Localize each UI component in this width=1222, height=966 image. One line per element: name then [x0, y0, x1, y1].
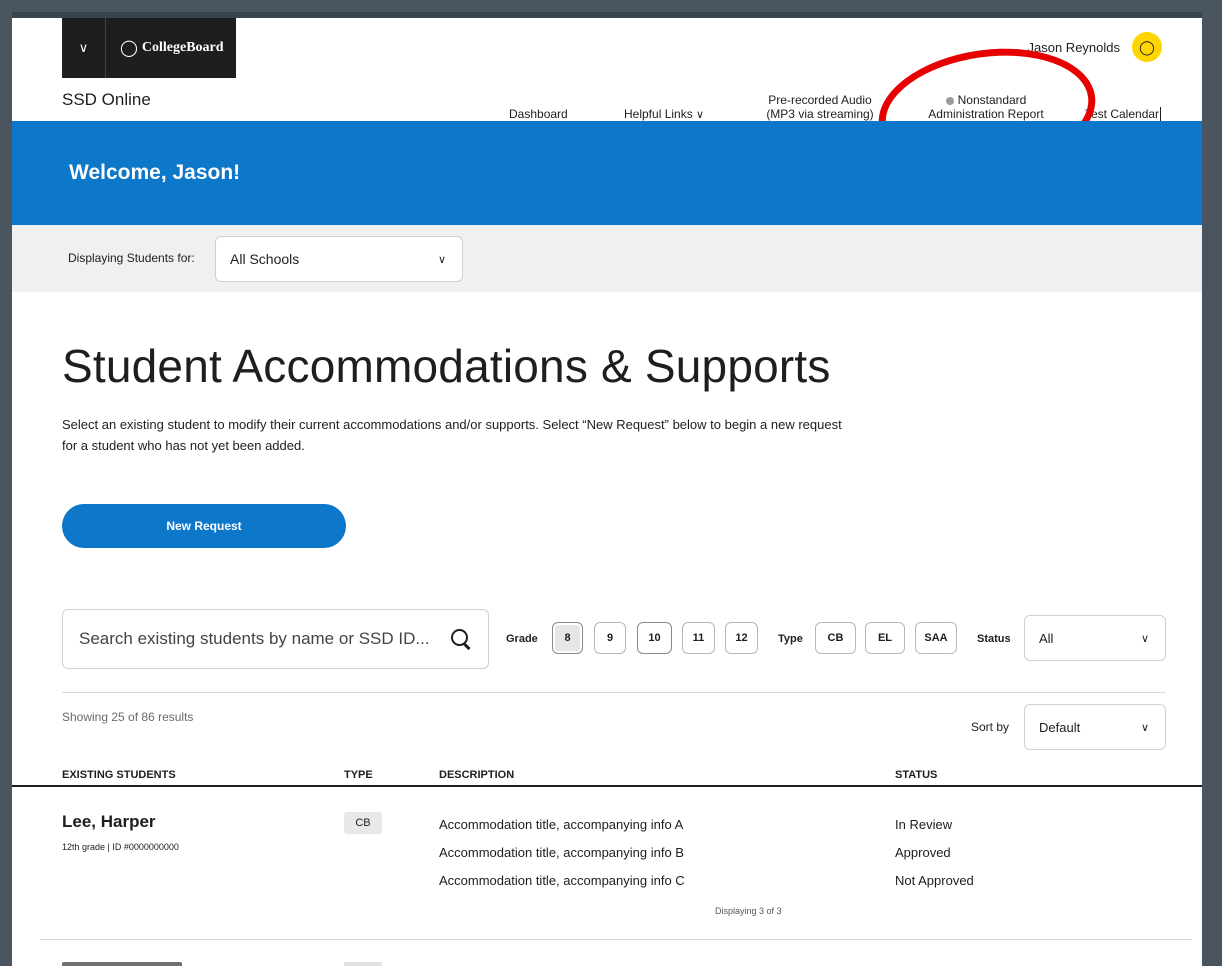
grade-chip-10[interactable]: 10	[637, 622, 672, 654]
type-filter-label: Type	[778, 633, 803, 645]
nav-audio-line1: Pre-recorded Audio	[768, 93, 872, 107]
results-count: Showing 25 of 86 results	[62, 710, 194, 724]
type-badge: CB	[344, 812, 382, 834]
nav-prerecorded-audio[interactable]: Pre-recorded Audio (MP3 via streaming)	[760, 93, 880, 121]
nav-test-calendar[interactable]: Test Calendar	[1085, 107, 1162, 121]
status-select[interactable]: All ∨	[1024, 615, 1166, 661]
user-name[interactable]: Jason Reynolds	[1028, 40, 1121, 55]
school-filter-bar: Displaying Students for: All Schools ∨	[12, 225, 1202, 292]
welcome-banner: Welcome, Jason!	[12, 121, 1202, 225]
search-icon[interactable]	[450, 628, 472, 650]
grade-filter-label: Grade	[506, 633, 538, 645]
type-badge-cutoff	[344, 962, 382, 966]
accommodation-status: Not Approved	[895, 873, 974, 888]
column-header-students[interactable]: EXISTING STUDENTS	[62, 769, 176, 781]
grade-chip-12[interactable]: 12	[725, 622, 758, 654]
status-select-value: All	[1039, 630, 1054, 646]
type-chip-cb[interactable]: CB	[815, 622, 856, 654]
nav-helpful-links-label: Helpful Links	[624, 107, 693, 121]
column-header-description[interactable]: DESCRIPTION	[439, 769, 514, 781]
accommodation-status: Approved	[895, 845, 951, 860]
browser-frame: ∨ ◯ CollegeBoard Jason Reynolds ◯ SSD On…	[12, 12, 1202, 966]
table-header-rule	[12, 785, 1202, 787]
user-menu[interactable]: Jason Reynolds ◯	[1028, 32, 1162, 62]
chevron-down-icon: ∨	[1140, 632, 1149, 645]
grade-chip-11[interactable]: 11	[682, 622, 715, 654]
sort-select-value: Default	[1039, 719, 1081, 735]
new-request-button[interactable]: New Request	[62, 504, 346, 548]
accommodation-description: Accommodation title, accompanying info A	[439, 817, 684, 832]
intro-text: Select an existing student to modify the…	[62, 417, 842, 453]
chevron-down-icon: ∨	[437, 253, 446, 266]
nav-report-line1: Nonstandard	[916, 93, 1056, 107]
type-chip-el[interactable]: EL	[865, 622, 905, 654]
acorn-icon: ◯	[120, 40, 138, 57]
top-nav: Dashboard Helpful Links ∨ Pre-recorded A…	[12, 82, 1202, 122]
student-name-cutoff	[62, 962, 182, 966]
user-avatar-icon[interactable]: ◯	[1132, 32, 1162, 62]
chevron-down-icon: ∨	[1140, 721, 1149, 734]
school-select[interactable]: All Schools ∨	[215, 236, 463, 282]
page-title: Student Accommodations & Supports	[62, 340, 831, 392]
row-divider	[40, 939, 1192, 940]
grade-chip-9[interactable]: 9	[594, 622, 626, 654]
student-search-input[interactable]: Search existing students by name or SSD …	[62, 609, 489, 669]
sort-label: Sort by	[971, 720, 1010, 734]
welcome-heading: Welcome, Jason!	[69, 161, 241, 184]
student-meta: 12th grade | ID #0000000000	[62, 842, 179, 852]
nav-report-line2: Administration Report	[928, 107, 1044, 121]
nav-nonstandard-report[interactable]: Nonstandard Administration Report	[916, 93, 1056, 121]
status-filter-label: Status	[977, 633, 1011, 645]
column-header-status[interactable]: STATUS	[895, 769, 937, 781]
type-chip-saa[interactable]: SAA	[915, 622, 957, 654]
nav-dashboard[interactable]: Dashboard	[509, 107, 568, 121]
brand-wordmark: ◯ CollegeBoard	[106, 38, 224, 58]
chevron-down-icon[interactable]: ∨	[62, 18, 106, 78]
accommodation-status: In Review	[895, 817, 953, 832]
displaying-count: Displaying 3 of 3	[715, 906, 782, 916]
student-name[interactable]: Lee, Harper	[62, 812, 156, 832]
brand-name: CollegeBoard	[141, 40, 224, 55]
accommodation-description: Accommodation title, accompanying info C	[439, 873, 685, 888]
sort-select[interactable]: Default ∨	[1024, 704, 1166, 750]
school-filter-label: Displaying Students for:	[68, 251, 195, 265]
school-select-value: All Schools	[230, 251, 300, 267]
nav-audio-line2: (MP3 via streaming)	[766, 107, 874, 121]
collegeboard-logo[interactable]: ∨ ◯ CollegeBoard	[62, 18, 236, 78]
accommodation-description: Accommodation title, accompanying info B	[439, 845, 684, 860]
divider	[62, 692, 1166, 693]
nav-helpful-links[interactable]: Helpful Links ∨	[624, 107, 704, 122]
column-header-type[interactable]: TYPE	[344, 769, 373, 781]
grade-chip-8[interactable]: 8	[552, 622, 583, 654]
search-placeholder: Search existing students by name or SSD …	[79, 629, 430, 648]
status-dot-icon	[945, 96, 954, 105]
chevron-down-icon: ∨	[696, 109, 705, 121]
